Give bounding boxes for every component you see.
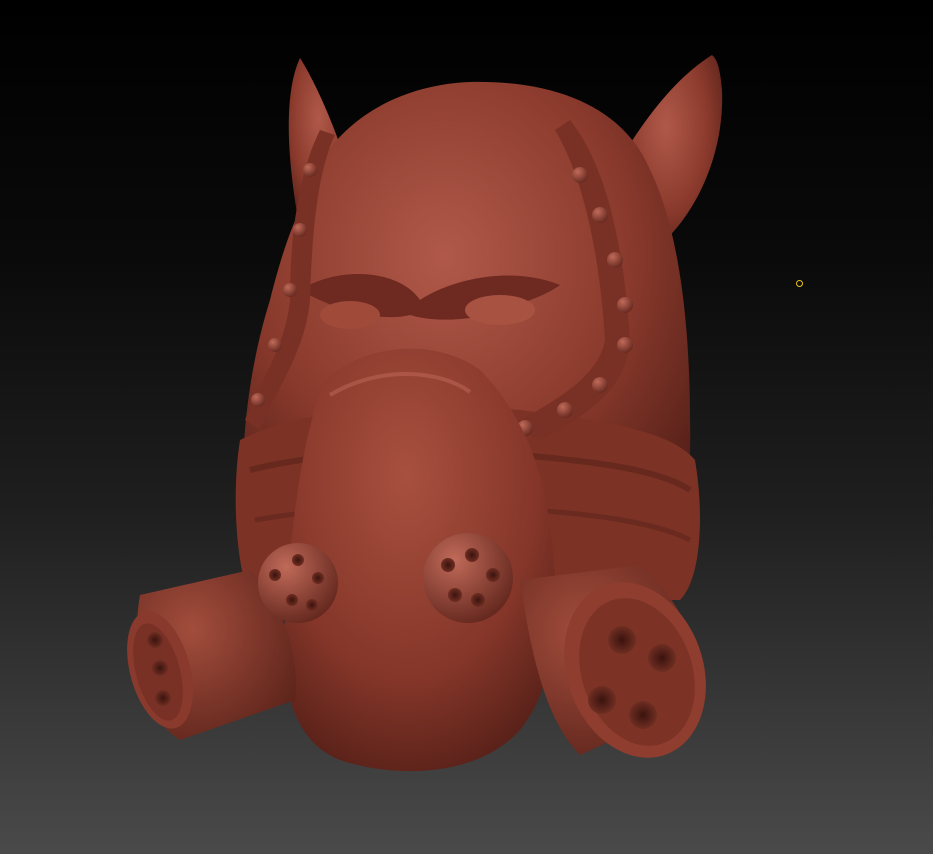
right-vent-knob (423, 533, 513, 623)
right-eye (465, 295, 535, 325)
brush-cursor-icon (796, 280, 803, 287)
left-vent-knob (258, 543, 338, 623)
sculpted-head-model (127, 55, 723, 772)
left-eye (320, 301, 380, 329)
3d-viewport[interactable] (0, 0, 933, 854)
right-filter-canister (520, 565, 706, 758)
